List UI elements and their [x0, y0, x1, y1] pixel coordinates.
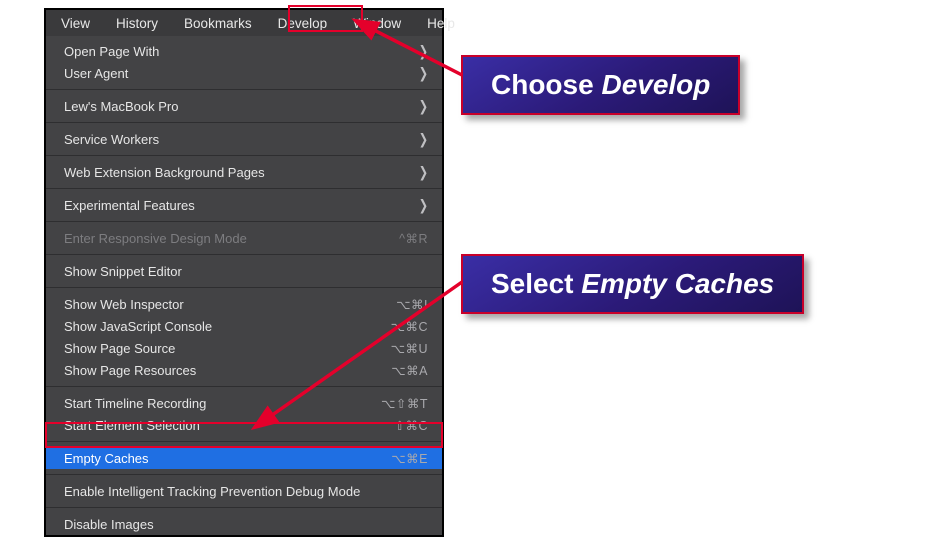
separator: [46, 188, 442, 189]
menu-bookmarks[interactable]: Bookmarks: [171, 13, 265, 34]
menu-item-label: Start Timeline Recording: [64, 396, 206, 411]
menu-history[interactable]: History: [103, 13, 171, 34]
menu-item-label: Enter Responsive Design Mode: [64, 231, 247, 246]
menu-item-label: Enable Intelligent Tracking Prevention D…: [64, 484, 360, 499]
menu-item-label: Lew's MacBook Pro: [64, 99, 178, 114]
menu-view[interactable]: View: [48, 13, 103, 34]
chevron-right-icon: ❯: [419, 65, 428, 82]
chevron-right-icon: ❯: [419, 98, 428, 115]
separator: [46, 474, 442, 475]
menu-item-web-extension-background-pages[interactable]: Web Extension Background Pages ❯: [46, 161, 442, 183]
menu-item-label: Web Extension Background Pages: [64, 165, 265, 180]
menu-item-user-agent[interactable]: User Agent ❯: [46, 62, 442, 84]
menu-item-label: Show JavaScript Console: [64, 319, 212, 334]
menu-item-label: Show Page Source: [64, 341, 175, 356]
chevron-right-icon: ❯: [419, 164, 428, 181]
menu-item-show-snippet-editor[interactable]: Show Snippet Editor: [46, 260, 442, 282]
shortcut: ⌥⌘I: [396, 297, 428, 312]
menu-item-label: Show Snippet Editor: [64, 264, 182, 279]
menu-window[interactable]: Window: [340, 13, 414, 34]
menu-item-show-javascript-console[interactable]: Show JavaScript Console ⌥⌘C: [46, 315, 442, 337]
separator: [46, 507, 442, 508]
chevron-right-icon: ❯: [419, 197, 428, 214]
menu-item-label: Start Element Selection: [64, 418, 200, 433]
menu-item-show-web-inspector[interactable]: Show Web Inspector ⌥⌘I: [46, 293, 442, 315]
menu-item-show-page-source[interactable]: Show Page Source ⌥⌘U: [46, 337, 442, 359]
safari-develop-panel: View History Bookmarks Develop Window He…: [44, 8, 444, 537]
separator: [46, 221, 442, 222]
shortcut: ⌥⌘E: [391, 451, 428, 466]
callout-select-empty-caches: Select Empty Caches: [461, 254, 804, 314]
menu-item-label: Empty Caches: [64, 451, 149, 466]
separator: [46, 254, 442, 255]
chevron-right-icon: ❯: [419, 43, 428, 60]
menu-item-start-element-selection[interactable]: Start Element Selection ⇧⌘C: [46, 414, 442, 436]
separator: [46, 122, 442, 123]
menu-item-label: Service Workers: [64, 132, 159, 147]
shortcut: ⌥⇧⌘T: [381, 396, 428, 411]
menu-item-empty-caches[interactable]: Empty Caches ⌥⌘E: [46, 447, 442, 469]
separator: [46, 441, 442, 442]
menu-item-start-timeline-recording[interactable]: Start Timeline Recording ⌥⇧⌘T: [46, 392, 442, 414]
menu-item-open-page-with[interactable]: Open Page With ❯: [46, 40, 442, 62]
menu-item-label: Disable Images: [64, 517, 154, 532]
menu-item-label: Open Page With: [64, 44, 159, 59]
menu-item-experimental-features[interactable]: Experimental Features ❯: [46, 194, 442, 216]
menu-item-show-page-resources[interactable]: Show Page Resources ⌥⌘A: [46, 359, 442, 381]
menu-item-label: Experimental Features: [64, 198, 195, 213]
menu-item-enable-intelligent-tracking-prevention-debug-mode[interactable]: Enable Intelligent Tracking Prevention D…: [46, 480, 442, 502]
develop-dropdown: Open Page With❯User Agent❯Lew's MacBook …: [46, 36, 442, 535]
shortcut: ⌥⌘C: [391, 319, 428, 334]
shortcut: ⌥⌘U: [391, 341, 428, 356]
menu-item-service-workers[interactable]: Service Workers ❯: [46, 128, 442, 150]
menu-item-label: Show Web Inspector: [64, 297, 184, 312]
menu-help[interactable]: Help: [414, 13, 468, 34]
shortcut: ⇧⌘C: [394, 418, 428, 433]
separator: [46, 89, 442, 90]
separator: [46, 155, 442, 156]
shortcut: ⌥⌘A: [391, 363, 428, 378]
menu-item-disable-images[interactable]: Disable Images: [46, 513, 442, 535]
separator: [46, 386, 442, 387]
menu-item-label: Show Page Resources: [64, 363, 196, 378]
menu-item-enter-responsive-design-mode: Enter Responsive Design Mode ^⌘R: [46, 227, 442, 249]
menu-item-lew-s-macbook-pro[interactable]: Lew's MacBook Pro ❯: [46, 95, 442, 117]
callout-choose-develop: Choose Develop: [461, 55, 740, 115]
shortcut: ^⌘R: [399, 231, 428, 246]
menubar: View History Bookmarks Develop Window He…: [46, 10, 442, 36]
chevron-right-icon: ❯: [419, 131, 428, 148]
separator: [46, 287, 442, 288]
menu-develop[interactable]: Develop: [265, 13, 341, 34]
menu-item-label: User Agent: [64, 66, 128, 81]
